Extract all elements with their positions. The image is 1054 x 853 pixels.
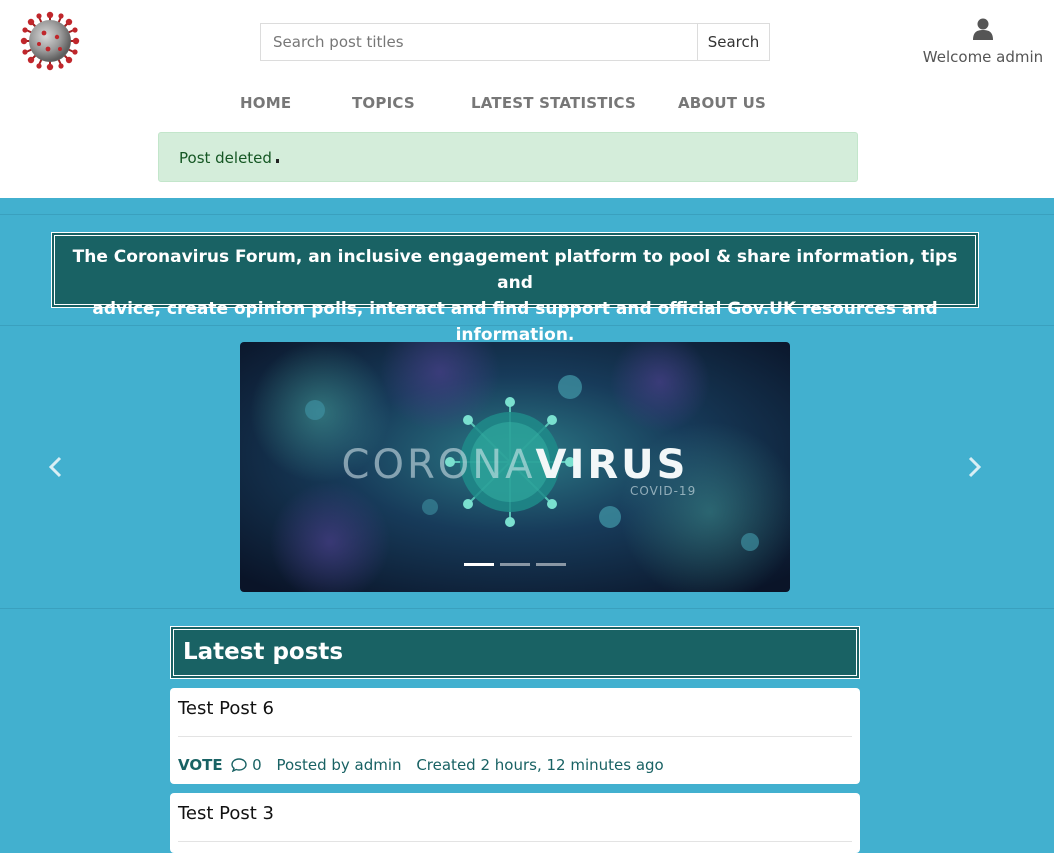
search-button[interactable]: Search — [697, 23, 770, 61]
latest-posts-header: Latest posts — [170, 626, 860, 679]
slide-title-bold: VIRUS — [535, 442, 689, 488]
nav-topics[interactable]: TOPICS — [352, 94, 415, 112]
comment-count: 0 — [252, 756, 262, 774]
slide-title-light: CORONA — [341, 442, 536, 488]
success-alert: Post deleted — [158, 132, 858, 182]
carousel-indicator-3[interactable] — [536, 563, 566, 566]
nav-latest-statistics[interactable]: LATEST STATISTICS — [471, 94, 636, 112]
carousel-indicator-1[interactable] — [464, 563, 494, 566]
image-carousel[interactable]: CORONAVIRUS COVID-19 — [240, 342, 790, 592]
welcome-text: Welcome admin — [922, 48, 1044, 66]
carousel-next-icon[interactable] — [964, 455, 984, 479]
divider — [0, 214, 1054, 215]
carousel-indicator-2[interactable] — [500, 563, 530, 566]
user-icon[interactable] — [973, 18, 993, 40]
carousel-slide-subtitle: COVID-19 — [630, 484, 697, 498]
banner-line-1: The Coronavirus Forum, an inclusive enga… — [72, 247, 958, 293]
latest-posts-inner-border — [173, 629, 857, 676]
created-time: Created 2 hours, 12 minutes ago — [416, 756, 664, 774]
vote-button[interactable]: VOTE — [178, 756, 223, 774]
coronavirus-logo-icon[interactable] — [20, 11, 80, 71]
nav-home[interactable]: HOME — [240, 94, 291, 112]
site-header: Search Welcome admin HOME TOPICS LATEST … — [0, 0, 1054, 198]
alert-message: Post deleted — [179, 149, 272, 167]
post-divider — [178, 841, 852, 842]
posted-by: Posted by admin — [276, 756, 402, 774]
post-meta: VOTE 0 Posted by admin Created 2 hours, … — [178, 756, 664, 774]
intro-banner: The Coronavirus Forum, an inclusive enga… — [51, 232, 979, 345]
carousel-prev-icon[interactable] — [46, 455, 66, 479]
post-card[interactable]: Test Post 6 VOTE 0 Posted by admin Creat… — [170, 688, 860, 784]
text-cursor — [275, 159, 279, 163]
banner-line-2: advice, create opinion polls, interact a… — [92, 299, 938, 345]
comment-icon[interactable] — [231, 758, 248, 772]
divider — [0, 608, 1054, 609]
post-card[interactable]: Test Post 3 — [170, 793, 860, 853]
nav-about-us[interactable]: ABOUT US — [678, 94, 766, 112]
post-title-link[interactable]: Test Post 3 — [178, 803, 274, 824]
post-divider — [178, 736, 852, 737]
post-title-link[interactable]: Test Post 6 — [178, 698, 274, 719]
search-input[interactable] — [260, 23, 698, 61]
carousel-slide-title: CORONAVIRUS — [240, 442, 790, 488]
